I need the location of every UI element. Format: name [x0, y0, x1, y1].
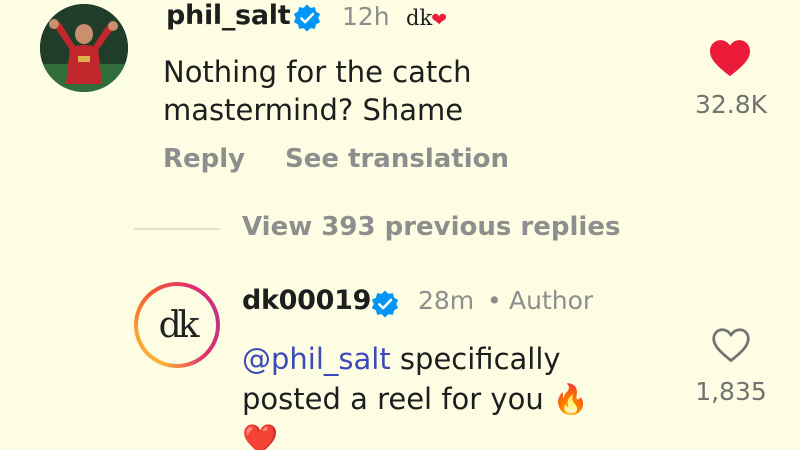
verified-badge-icon	[292, 3, 322, 33]
like-count: 32.8K	[694, 90, 768, 119]
avatar-inner: dk	[138, 286, 216, 364]
comment-text: @phil_salt specifically posted a reel fo…	[242, 339, 662, 450]
avatar-photo	[40, 4, 128, 92]
see-translation-button[interactable]: See translation	[285, 144, 509, 174]
avatar-dk00019[interactable]: dk	[134, 282, 220, 368]
like-heart-outline-icon[interactable]	[710, 326, 752, 364]
avatar-phil-salt[interactable]	[40, 4, 128, 92]
mention-link[interactable]: @phil_salt	[242, 342, 391, 376]
separator-dot: •	[487, 286, 502, 315]
liked-by-author-badge: dk❤	[406, 6, 448, 31]
author-label: Author	[509, 286, 594, 315]
reply-button[interactable]: Reply	[163, 144, 245, 174]
username[interactable]: dk00019	[242, 285, 371, 316]
heart-icon: ❤	[431, 9, 448, 31]
view-previous-replies-button[interactable]: View 393 previous replies	[242, 212, 620, 242]
username[interactable]: phil_salt	[166, 0, 291, 31]
timestamp: 28m	[418, 286, 475, 315]
comment-text-line2: posted a reel for you 🔥	[242, 382, 590, 416]
verified-badge-icon	[370, 289, 400, 319]
like-count: 1,835	[695, 377, 767, 406]
comment-text-line3: ❤️	[242, 422, 279, 450]
divider	[134, 228, 220, 230]
comment-text-line1: specifically	[390, 342, 561, 376]
timestamp: 12h	[342, 2, 390, 31]
author-mark: dk	[406, 6, 433, 30]
comment-text: Nothing for the catch mastermind? Shame	[163, 55, 472, 127]
like-heart-filled-icon[interactable]	[708, 38, 752, 78]
dk-logo: dk	[158, 304, 200, 346]
